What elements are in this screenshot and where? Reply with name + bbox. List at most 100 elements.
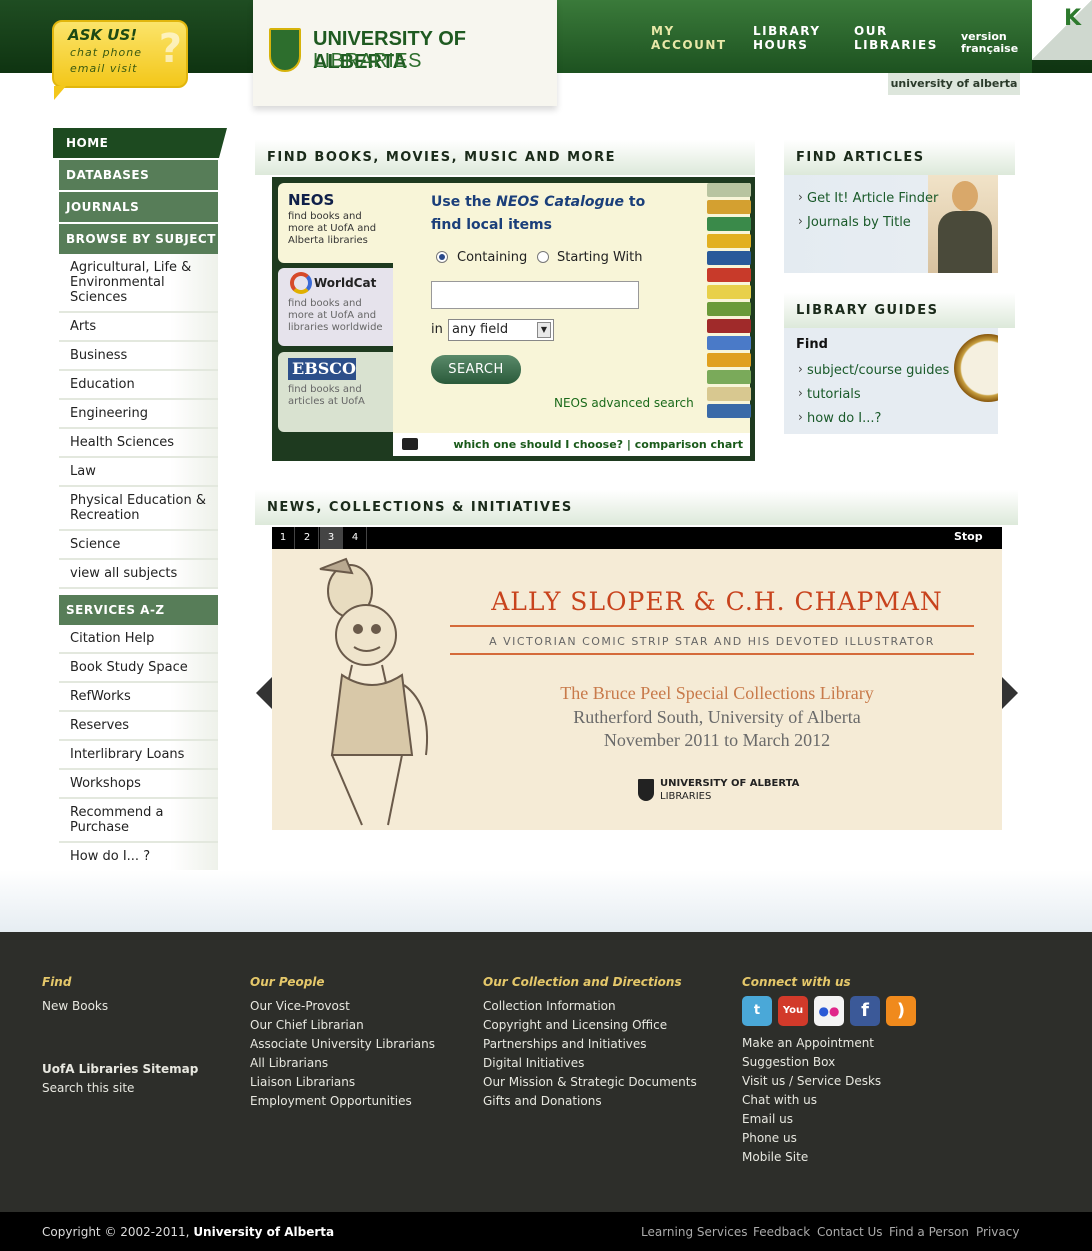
service-how-do-i[interactable]: How do I... ? — [59, 843, 218, 872]
radio-containing[interactable] — [436, 251, 448, 263]
journals-by-title-link[interactable]: Journals by Title — [798, 214, 911, 230]
slide-rule-top — [450, 625, 974, 627]
footer-connect-link[interactable]: Make an Appointment — [742, 1036, 874, 1050]
service-refworks[interactable]: RefWorks — [59, 683, 218, 712]
footer-collection-link[interactable]: Collection Information — [483, 999, 616, 1013]
service-book-study-space[interactable]: Book Study Space — [59, 654, 218, 683]
footer-people-link[interactable]: Liaison Librarians — [250, 1075, 355, 1089]
news-heading: NEWS, COLLECTIONS & INITIATIVES — [255, 490, 1018, 525]
library-logo[interactable]: UNIVERSITY OF ALBERTA LIBRARIES — [253, 0, 557, 106]
subject-engineering[interactable]: Engineering — [59, 400, 218, 429]
neos-catalogue-link[interactable]: NEOS Catalogue — [496, 194, 624, 210]
footer-collection-link[interactable]: Gifts and Donations — [483, 1094, 602, 1108]
slide-next-arrow-icon[interactable] — [1002, 677, 1018, 709]
footer-connect-link[interactable]: Visit us / Service Desks — [742, 1074, 881, 1088]
comparison-bar: which one should I choose? | comparison … — [393, 433, 750, 456]
search-input[interactable] — [431, 281, 639, 309]
service-recommend-purchase[interactable]: Recommend a Purchase — [59, 799, 218, 843]
get-it-article-finder-link[interactable]: Get It! Article Finder — [798, 190, 938, 206]
nav-our-libraries-line1: OUR — [854, 24, 888, 38]
footer-sitemap-link[interactable]: UofA Libraries Sitemap — [42, 1062, 198, 1076]
ask-us-button[interactable]: ASK US! chat phone email visit ? — [52, 20, 188, 88]
subject-arts[interactable]: Arts — [59, 313, 218, 342]
footer-collection-link[interactable]: Digital Initiatives — [483, 1056, 584, 1070]
source-tab-neos[interactable]: NEOS find books and more at UofA and Alb… — [278, 183, 393, 263]
search-button[interactable]: SEARCH — [431, 355, 521, 384]
service-workshops[interactable]: Workshops — [59, 770, 218, 799]
sidebar-nav: HOME DATABASES JOURNALS BROWSE BY SUBJEC… — [53, 128, 227, 872]
nav-my-account[interactable]: MY ACCOUNT — [651, 24, 727, 52]
nav-our-libraries[interactable]: OUR LIBRARIES — [854, 24, 938, 52]
footer-people-link[interactable]: All Librarians — [250, 1056, 328, 1070]
footer-search-site-link[interactable]: Search this site — [42, 1081, 134, 1095]
footer-connect-link[interactable]: Chat with us — [742, 1093, 817, 1107]
twitter-icon[interactable]: t — [742, 996, 772, 1026]
subject-health-sciences[interactable]: Health Sciences — [59, 429, 218, 458]
footer-new-books-link[interactable]: New Books — [42, 999, 108, 1013]
learning-services-link[interactable]: Learning Services — [641, 1225, 748, 1239]
slide-logo-line2: LIBRARIES — [660, 791, 712, 802]
facebook-icon[interactable]: f — [850, 996, 880, 1026]
subject-course-guides-link[interactable]: subject/course guides — [798, 362, 949, 378]
field-select[interactable]: any field ▼ — [448, 319, 554, 341]
footer-people-link[interactable]: Our Vice-Provost — [250, 999, 350, 1013]
privacy-link[interactable]: Privacy — [976, 1225, 1019, 1239]
books-stack-image — [707, 183, 751, 433]
slide-button-3[interactable]: 3 — [320, 527, 343, 549]
footer-connect-link[interactable]: Email us — [742, 1112, 793, 1126]
slideshow-stop-button[interactable]: Stop — [954, 530, 983, 543]
service-citation-help[interactable]: Citation Help — [59, 625, 218, 654]
slide-button-1[interactable]: 1 — [272, 527, 295, 549]
footer-find-heading: Find — [42, 975, 72, 989]
source-tab-worldcat[interactable]: WorldCat find books and more at UofA and… — [278, 268, 393, 346]
news-slide[interactable]: ALLY SLOPER & C.H. CHAPMAN A VICTORIAN C… — [272, 549, 1002, 830]
subject-business[interactable]: Business — [59, 342, 218, 371]
radio-starting-with[interactable] — [537, 251, 549, 263]
contact-us-link[interactable]: Contact Us — [817, 1225, 883, 1239]
neos-title: NEOS — [288, 191, 335, 209]
sidebar-journals[interactable]: JOURNALS — [59, 192, 218, 222]
flickr-icon[interactable]: ●● — [814, 996, 844, 1026]
footer-collection-link[interactable]: Copyright and Licensing Office — [483, 1018, 667, 1032]
nav-french-version[interactable]: version française — [961, 31, 1018, 55]
subject-science[interactable]: Science — [59, 531, 218, 560]
feedback-link[interactable]: Feedback — [753, 1225, 810, 1239]
copyright-org-link[interactable]: University of Alberta — [193, 1225, 334, 1239]
slide-button-4[interactable]: 4 — [344, 527, 367, 549]
footer-collection-link[interactable]: Partnerships and Initiatives — [483, 1037, 647, 1051]
rss-icon[interactable]: ) — [886, 996, 916, 1026]
slide-prev-arrow-icon[interactable] — [256, 677, 272, 709]
nav-our-libraries-line2: LIBRARIES — [854, 38, 938, 52]
university-link[interactable]: university of alberta — [888, 73, 1020, 95]
slide-button-2[interactable]: 2 — [296, 527, 319, 549]
tutorials-link[interactable]: tutorials — [798, 386, 861, 402]
service-interlibrary-loans[interactable]: Interlibrary Loans — [59, 741, 218, 770]
corner-logo-icon[interactable]: K — [1064, 6, 1088, 34]
source-tab-ebsco[interactable]: EBSCO find books and articles at UofA — [278, 352, 393, 432]
youtube-icon[interactable]: You — [778, 996, 808, 1026]
footer-people-link[interactable]: Our Chief Librarian — [250, 1018, 364, 1032]
sidebar-browse-by-subject[interactable]: BROWSE BY SUBJECT — [59, 224, 218, 254]
sidebar-services-az[interactable]: SERVICES A-Z — [59, 595, 218, 625]
video-camera-icon[interactable] — [402, 438, 418, 450]
how-do-i-link[interactable]: how do I...? — [798, 410, 881, 426]
slide-dates: November 2011 to March 2012 — [603, 730, 831, 750]
sidebar-databases[interactable]: DATABASES — [59, 160, 218, 190]
subject-agricultural[interactable]: Agricultural, Life & Environmental Scien… — [59, 254, 218, 313]
footer-connect-link[interactable]: Mobile Site — [742, 1150, 808, 1164]
subject-physical-education[interactable]: Physical Education & Recreation — [59, 487, 218, 531]
service-reserves[interactable]: Reserves — [59, 712, 218, 741]
footer-connect-link[interactable]: Suggestion Box — [742, 1055, 835, 1069]
footer-connect-link[interactable]: Phone us — [742, 1131, 797, 1145]
neos-advanced-search-link[interactable]: NEOS advanced search — [554, 396, 694, 410]
footer-collection-link[interactable]: Our Mission & Strategic Documents — [483, 1075, 697, 1089]
find-a-person-link[interactable]: Find a Person — [889, 1225, 969, 1239]
footer-people-link[interactable]: Associate University Librarians — [250, 1037, 435, 1051]
which-one-comparison-link[interactable]: which one should I choose? | comparison … — [453, 438, 743, 451]
nav-library-hours[interactable]: LIBRARY HOURS — [753, 24, 821, 52]
subject-view-all[interactable]: view all subjects — [59, 560, 218, 589]
sidebar-home[interactable]: HOME — [53, 128, 227, 158]
footer-people-link[interactable]: Employment Opportunities — [250, 1094, 412, 1108]
subject-education[interactable]: Education — [59, 371, 218, 400]
subject-law[interactable]: Law — [59, 458, 218, 487]
